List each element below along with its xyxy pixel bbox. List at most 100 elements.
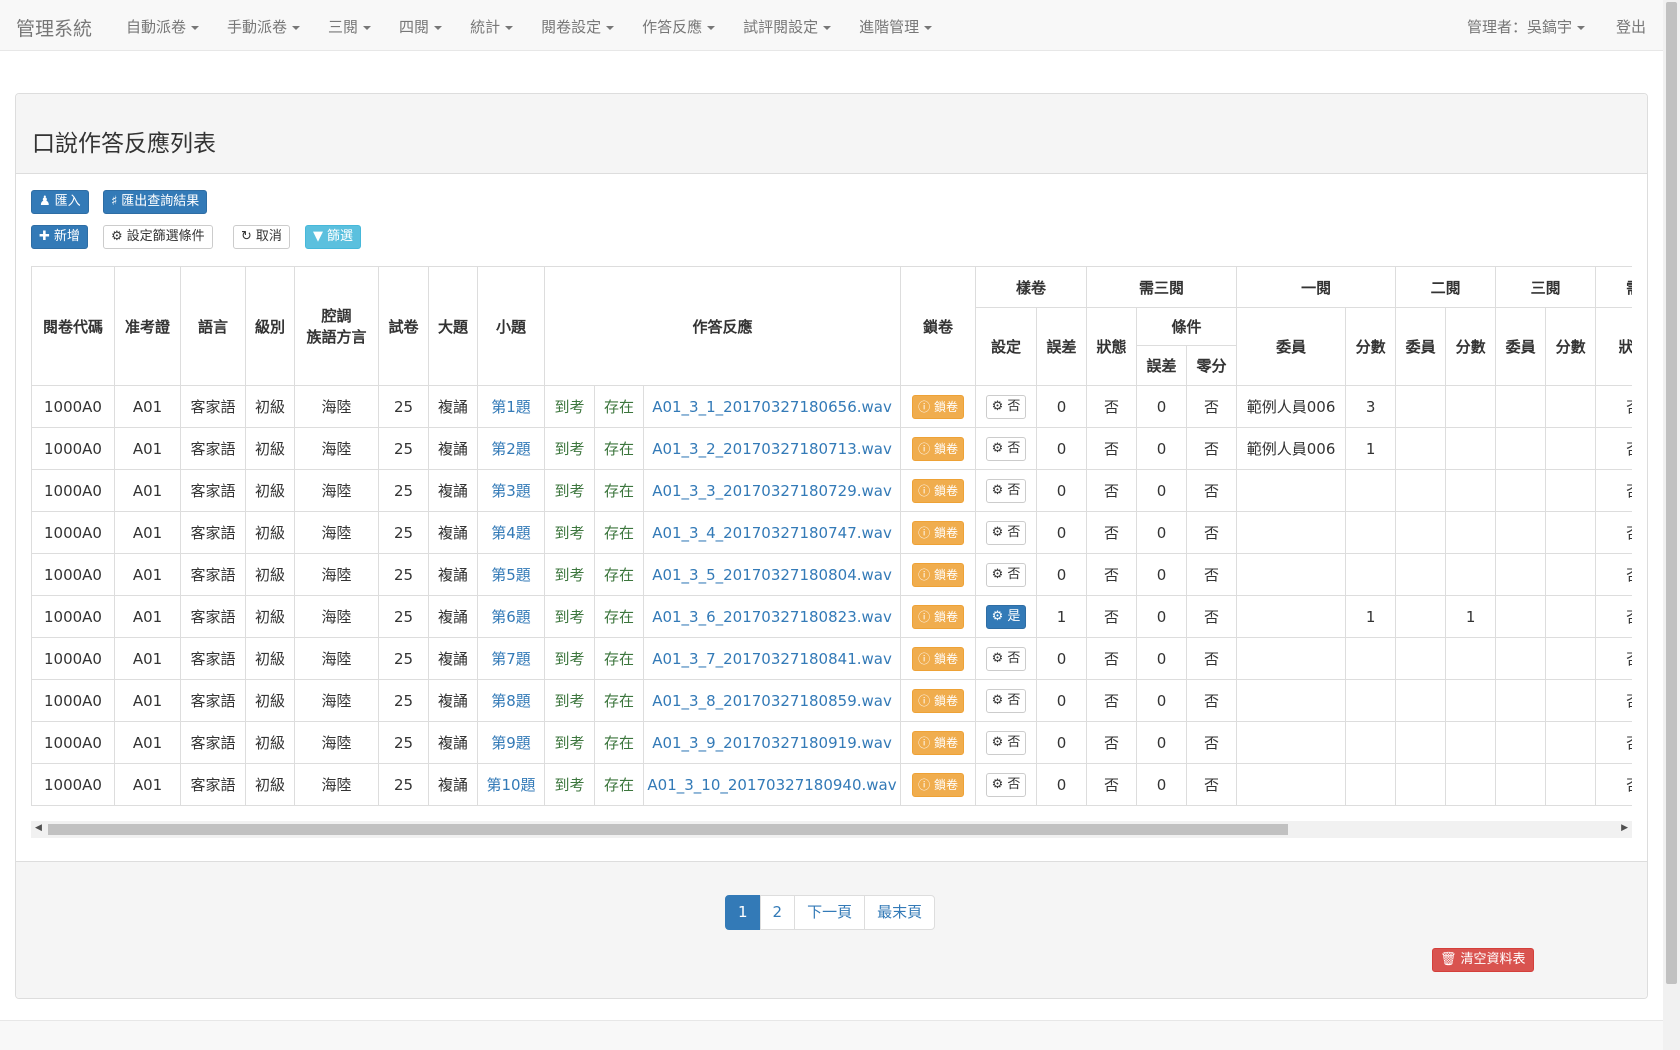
th-r1-score[interactable]: 分數	[1345, 307, 1397, 386]
lock-button[interactable]: ⓘ 鎖卷	[912, 436, 964, 461]
nav-trial-settings[interactable]: 試評閱設定	[729, 0, 845, 51]
cell-dialect: 海陸	[294, 763, 379, 806]
th-r2-score[interactable]: 分數	[1445, 307, 1497, 386]
user-menu[interactable]: 管理者：吳鎬宇	[1453, 0, 1602, 51]
import-button[interactable]: ♟ 匯入	[31, 190, 89, 214]
th-level[interactable]: 級別	[245, 266, 295, 386]
sample-toggle-button[interactable]: ⚙ 否	[985, 646, 1027, 671]
th-language[interactable]: 語言	[180, 266, 246, 386]
nav-manual-assign[interactable]: 手動派卷	[213, 0, 314, 51]
nav-statistics[interactable]: 統計	[456, 0, 527, 51]
add-button[interactable]: ✚ 新增	[31, 225, 88, 249]
lock-button[interactable]: ⓘ 鎖卷	[912, 646, 964, 671]
th-lock[interactable]: 鎖卷	[900, 266, 977, 386]
sample-toggle-button[interactable]: ⚙ 是	[985, 604, 1027, 629]
question-link[interactable]: 第1題	[477, 385, 545, 428]
audio-file-link[interactable]: A01_3_7_20170327180841.wav	[642, 637, 902, 680]
th-last-status[interactable]: 狀態	[1595, 307, 1632, 386]
sample-toggle-button[interactable]: ⚙ 否	[985, 520, 1027, 545]
sample-toggle-button[interactable]: ⚙ 否	[985, 562, 1027, 587]
question-link[interactable]: 第10題	[477, 763, 545, 806]
scroll-left-icon[interactable]: ◀	[35, 823, 42, 833]
vertical-scroll-thumb[interactable]	[1666, 2, 1677, 984]
audio-file-link[interactable]: A01_3_3_20170327180729.wav	[642, 469, 902, 512]
th-dialect[interactable]: 腔調 族語方言	[294, 266, 379, 386]
th-response[interactable]: 作答反應	[543, 266, 902, 386]
sample-toggle-button[interactable]: ⚙ 否	[985, 688, 1027, 713]
lock-button[interactable]: ⓘ 鎖卷	[912, 604, 964, 629]
question-link[interactable]: 第2題	[477, 427, 545, 470]
audio-file-link[interactable]: A01_3_4_20170327180747.wav	[642, 511, 902, 554]
th-question[interactable]: 小題	[477, 266, 545, 386]
sample-toggle-button[interactable]: ⚙ 否	[985, 730, 1027, 755]
nav-advanced[interactable]: 進階管理	[845, 0, 946, 51]
question-link[interactable]: 第5題	[477, 553, 545, 596]
sample-toggle-button[interactable]: ⚙ 否	[985, 772, 1027, 797]
lock-button[interactable]: ⓘ 鎖卷	[912, 394, 964, 419]
nav-fourth-review[interactable]: 四閱	[385, 0, 456, 51]
th-ticket[interactable]: 准考證	[114, 266, 181, 386]
question-link[interactable]: 第7題	[477, 637, 545, 680]
lock-button[interactable]: ⓘ 鎖卷	[912, 520, 964, 545]
th-r3-member[interactable]: 委員	[1495, 307, 1547, 386]
lock-button[interactable]: ⓘ 鎖卷	[912, 478, 964, 503]
audio-file-link[interactable]: A01_3_2_20170327180713.wav	[642, 427, 902, 470]
filter-button[interactable]: ▼ 篩選	[305, 225, 362, 249]
audio-file-link[interactable]: A01_3_10_20170327180940.wav	[642, 763, 902, 806]
th-truncated: 需	[1595, 266, 1632, 308]
audio-file-link[interactable]: A01_3_5_20170327180804.wav	[642, 553, 902, 596]
question-link[interactable]: 第4題	[477, 511, 545, 554]
th-sample-error[interactable]: 誤差	[1036, 307, 1088, 386]
th-need3-status[interactable]: 狀態	[1086, 307, 1138, 386]
nav-auto-assign[interactable]: 自動派卷	[112, 0, 213, 51]
plus-icon: ✚	[39, 229, 50, 244]
lock-button[interactable]: ⓘ 鎖卷	[912, 772, 964, 797]
sample-toggle-button[interactable]: ⚙ 否	[985, 436, 1027, 461]
vertical-scrollbar[interactable]	[1663, 0, 1680, 1050]
audio-file-link[interactable]: A01_3_9_20170327180919.wav	[642, 721, 902, 764]
cell-sample-setting: ⚙ 否	[975, 385, 1038, 428]
page-1[interactable]: 1	[725, 895, 761, 930]
nav-third-review[interactable]: 三閱	[314, 0, 385, 51]
question-link[interactable]: 第6題	[477, 595, 545, 638]
cell-sample-setting: ⚙ 否	[975, 511, 1038, 554]
last-page[interactable]: 最末頁	[864, 895, 936, 930]
th-third-review: 三閱	[1495, 266, 1597, 308]
th-r3-score[interactable]: 分數	[1545, 307, 1597, 386]
question-link[interactable]: 第8題	[477, 679, 545, 722]
th-sample-setting[interactable]: 設定	[975, 307, 1038, 386]
th-r2-member[interactable]: 委員	[1395, 307, 1447, 386]
sample-toggle-button[interactable]: ⚙ 否	[985, 394, 1027, 419]
brand[interactable]: 管理系統	[16, 14, 92, 41]
nav-responses[interactable]: 作答反應	[628, 0, 729, 51]
question-link[interactable]: 第9題	[477, 721, 545, 764]
th-code[interactable]: 閱卷代碼	[31, 266, 115, 386]
audio-file-link[interactable]: A01_3_6_20170327180823.wav	[642, 595, 902, 638]
question-link[interactable]: 第3題	[477, 469, 545, 512]
audio-file-link[interactable]: A01_3_8_20170327180859.wav	[642, 679, 902, 722]
clear-table-button[interactable]: 🗑 清空資料表	[1432, 948, 1534, 972]
th-paper[interactable]: 試卷	[378, 266, 429, 386]
scroll-right-icon[interactable]: ▶	[1621, 823, 1628, 833]
page-2[interactable]: 2	[759, 895, 796, 930]
horizontal-scrollbar[interactable]: ◀ ▶	[31, 821, 1632, 838]
set-filter-button[interactable]: ⚙ 設定篩選條件	[103, 225, 213, 249]
cell-sample-error: 0	[1036, 679, 1088, 722]
nav-grading-settings[interactable]: 閱卷設定	[527, 0, 628, 51]
lock-button[interactable]: ⓘ 鎖卷	[912, 688, 964, 713]
logout-link[interactable]: 登出	[1602, 0, 1663, 51]
next-page[interactable]: 下一頁	[794, 895, 866, 930]
th-section[interactable]: 大題	[428, 266, 478, 386]
export-button[interactable]: ♯ 匯出查詢結果	[103, 190, 208, 214]
th-cond-zero[interactable]: 零分	[1186, 345, 1238, 386]
lock-button[interactable]: ⓘ 鎖卷	[912, 562, 964, 587]
cell-existence: 存在	[594, 721, 644, 764]
sample-toggle-button[interactable]: ⚙ 否	[985, 478, 1027, 503]
lock-button[interactable]: ⓘ 鎖卷	[912, 730, 964, 755]
cancel-button[interactable]: ↻ 取消	[233, 225, 290, 249]
panel-heading: 口說作答反應列表	[16, 94, 1647, 174]
th-r1-member[interactable]: 委員	[1236, 307, 1347, 386]
audio-file-link[interactable]: A01_3_1_20170327180656.wav	[642, 385, 902, 428]
horizontal-scroll-thumb[interactable]	[48, 824, 1288, 835]
th-cond-error[interactable]: 誤差	[1136, 345, 1188, 386]
